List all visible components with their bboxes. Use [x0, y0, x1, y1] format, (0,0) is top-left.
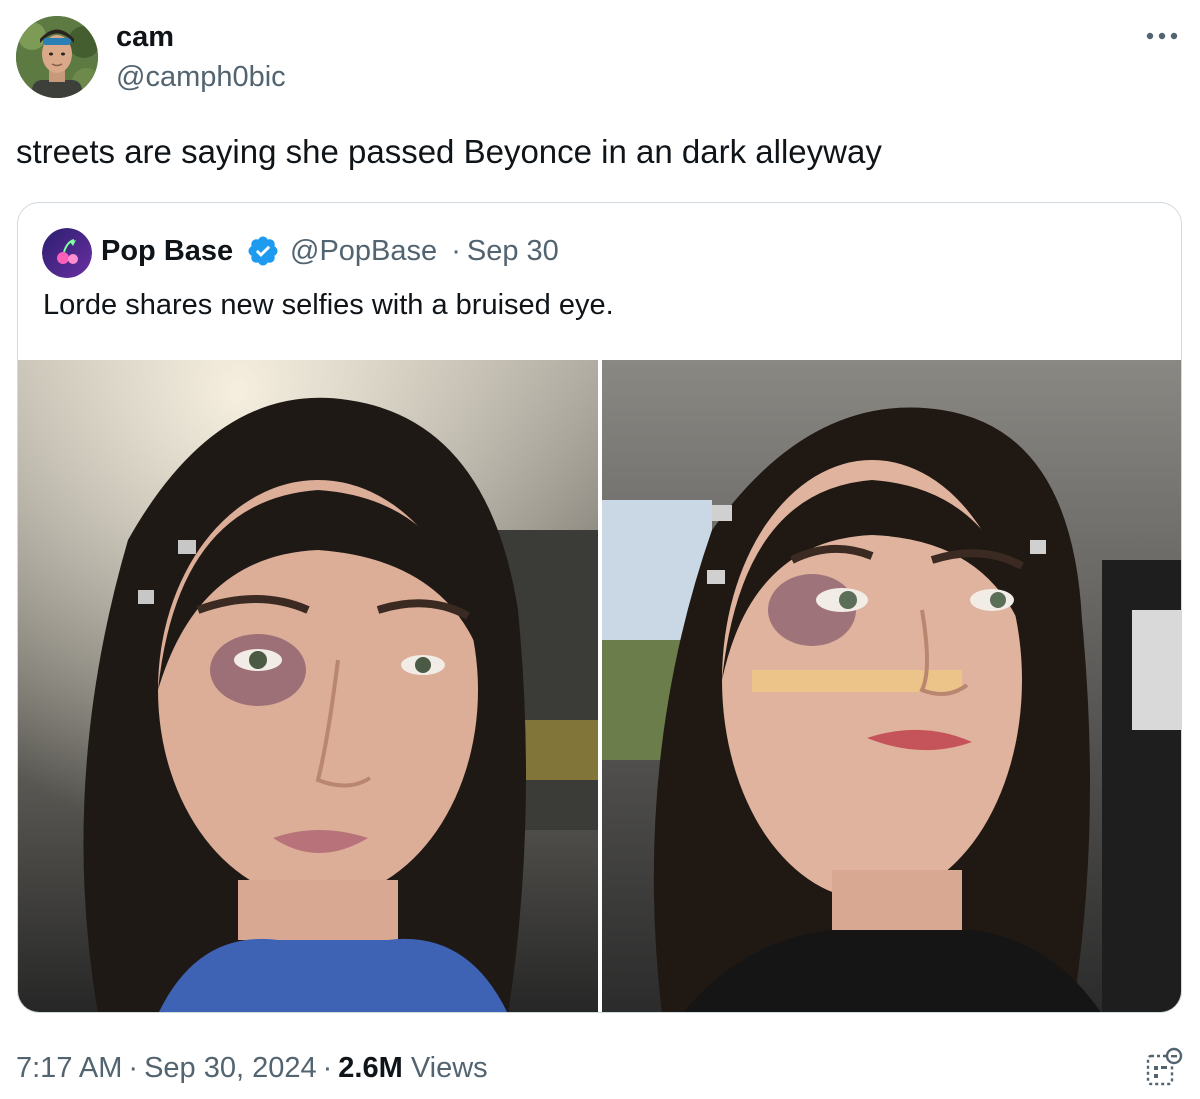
quoted-photo-1[interactable] — [18, 360, 598, 1012]
views-label: Views — [410, 1052, 488, 1084]
quoted-author-handle[interactable]: @PopBase — [290, 235, 437, 267]
views-count: 2.6M — [338, 1052, 403, 1084]
more-options-button[interactable] — [1142, 22, 1182, 50]
quoted-photo-2[interactable] — [602, 360, 1181, 1012]
selfie-photo-right — [602, 360, 1181, 1012]
author-handle[interactable]: @camph0bic — [116, 60, 286, 94]
user-avatar-photo — [16, 16, 98, 98]
author-display-name[interactable]: cam — [116, 20, 174, 54]
tweet-time[interactable]: 7:17 AM — [16, 1052, 122, 1084]
quoted-tweet-card[interactable]: Pop Base @PopBase · Sep 30 Lorde shares n… — [17, 202, 1182, 1013]
selfie-photo-left — [18, 360, 598, 1012]
verified-badge-icon — [248, 236, 278, 266]
author-avatar[interactable] — [16, 16, 98, 98]
quoted-tweet-meta: @PopBase · Sep 30 — [290, 234, 559, 268]
analytics-icon — [1146, 1047, 1183, 1086]
tweet-text: streets are saying she passed Beyonce in… — [16, 133, 882, 170]
quoted-author-avatar[interactable] — [42, 228, 92, 278]
analytics-button[interactable] — [1144, 1046, 1184, 1090]
tweet-date[interactable]: Sep 30, 2024 — [144, 1052, 317, 1084]
pop-base-logo-icon — [42, 228, 92, 278]
quoted-author-name[interactable]: Pop Base — [101, 234, 233, 268]
tweet-timestamp-row: 7:17 AM · Sep 30, 2024 · 2.6M Views — [16, 1050, 488, 1086]
footer-separator-1: · — [128, 1052, 139, 1084]
quoted-tweet-text: Lorde shares new selfies with a bruised … — [43, 289, 614, 321]
quoted-tweet-date[interactable]: Sep 30 — [467, 235, 559, 267]
more-horizontal-icon — [1146, 32, 1178, 40]
meta-separator: · — [451, 235, 461, 267]
footer-separator-2: · — [322, 1052, 333, 1084]
